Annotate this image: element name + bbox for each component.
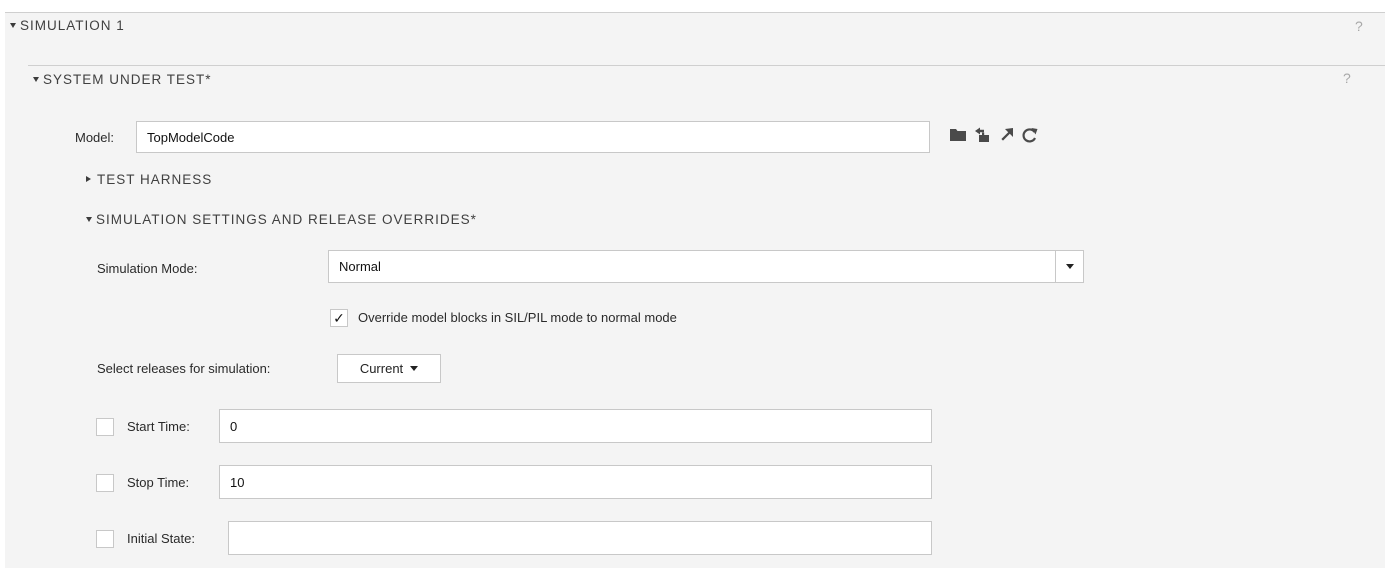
simulation-section-title: SIMULATION 1 — [20, 18, 125, 33]
system-under-test-help-icon[interactable]: ? — [1343, 70, 1351, 86]
start-time-label: Start Time: — [127, 419, 190, 434]
sim-settings-title: SIMULATION SETTINGS AND RELEASE OVERRIDE… — [96, 212, 477, 227]
test-case-editor: SIMULATION 1 ? SYSTEM UNDER TEST* ? Mode… — [0, 0, 1385, 568]
releases-value: Current — [359, 361, 404, 376]
stop-time-checkbox[interactable] — [96, 474, 114, 492]
override-model-blocks-checkbox[interactable]: ✓ — [330, 309, 348, 327]
model-input[interactable]: TopModelCode — [136, 121, 930, 153]
refresh-icon[interactable] — [1021, 126, 1039, 144]
collapse-triangle-icon — [33, 76, 39, 82]
start-time-checkbox[interactable] — [96, 418, 114, 436]
stop-time-label: Stop Time: — [127, 475, 190, 490]
expand-triangle-icon — [86, 176, 91, 183]
sim-settings-header[interactable]: SIMULATION SETTINGS AND RELEASE OVERRIDE… — [86, 212, 477, 227]
simulation-section-header[interactable]: SIMULATION 1 — [10, 18, 125, 33]
chevron-down-icon — [410, 366, 419, 371]
stop-time-input[interactable]: 10 — [219, 465, 932, 499]
override-model-blocks-label: Override model blocks in SIL/PIL mode to… — [358, 310, 677, 325]
model-label: Model: — [75, 130, 115, 145]
initial-state-input[interactable] — [228, 521, 932, 555]
initial-state-checkbox[interactable] — [96, 530, 114, 548]
test-harness-title: TEST HARNESS — [97, 172, 213, 187]
open-model-icon[interactable] — [973, 126, 991, 144]
initial-state-label: Initial State: — [127, 531, 195, 546]
simulation-mode-label: Simulation Mode: — [97, 261, 198, 276]
navigate-to-icon[interactable] — [998, 126, 1016, 144]
releases-dropdown-button[interactable]: Current — [337, 354, 441, 383]
simulation-help-icon[interactable]: ? — [1355, 18, 1363, 34]
select-releases-label: Select releases for simulation: — [97, 361, 271, 376]
chevron-down-icon — [1065, 264, 1074, 269]
simulation-mode-dropdown[interactable]: Normal — [328, 250, 1084, 283]
test-harness-header[interactable]: TEST HARNESS — [86, 172, 212, 187]
system-under-test-title: SYSTEM UNDER TEST* — [43, 72, 212, 87]
collapse-triangle-icon — [86, 216, 92, 222]
folder-icon[interactable] — [949, 126, 967, 144]
system-under-test-header[interactable]: SYSTEM UNDER TEST* — [33, 72, 212, 87]
dropdown-arrow[interactable] — [1055, 251, 1083, 282]
start-time-input[interactable]: 0 — [219, 409, 932, 443]
simulation-mode-value: Normal — [339, 259, 381, 274]
collapse-triangle-icon — [10, 22, 16, 28]
